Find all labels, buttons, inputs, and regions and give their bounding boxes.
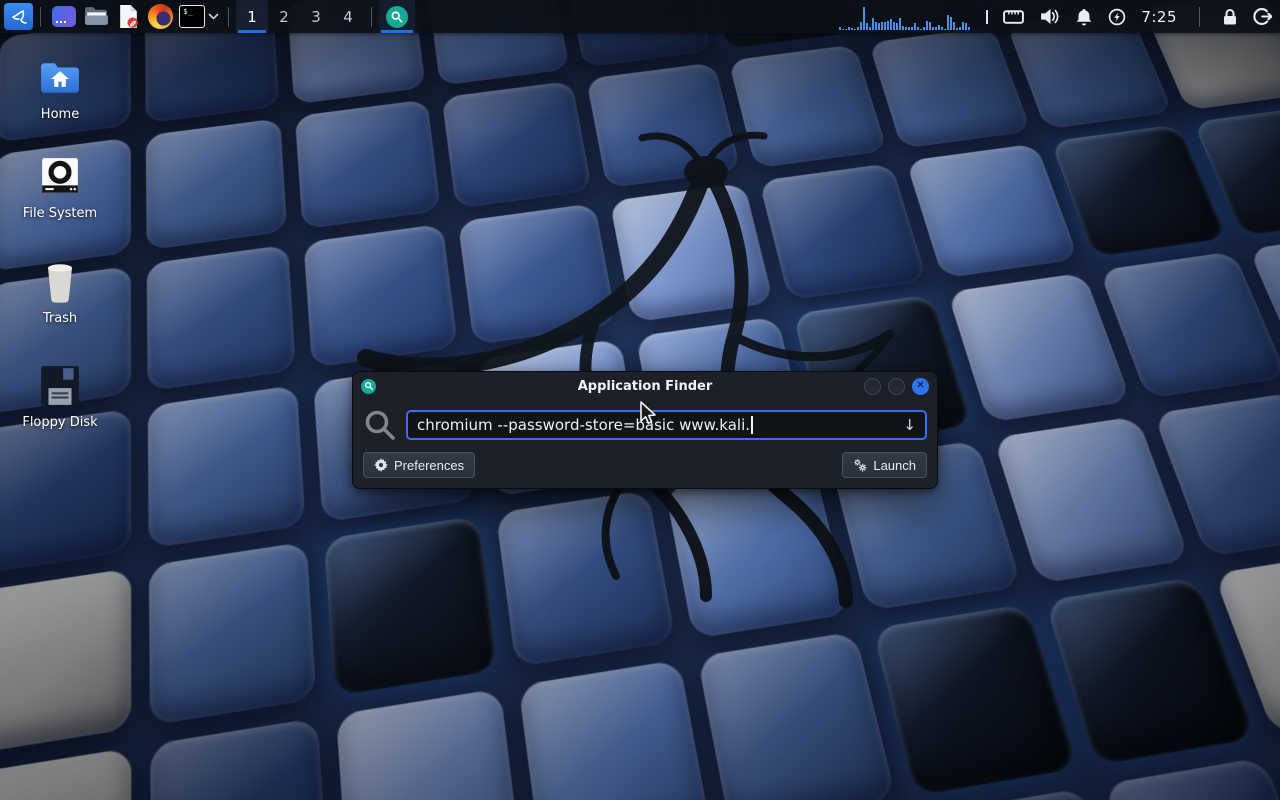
mouse-cursor	[638, 400, 658, 428]
desktop-icon-file-system[interactable]: File System	[8, 153, 112, 221]
search-icon	[363, 408, 397, 442]
launch-gears-icon	[853, 458, 867, 472]
taskbar-item-application-finder[interactable]	[379, 0, 415, 33]
launcher-text-editor[interactable]	[112, 0, 144, 33]
notifications-bell-icon[interactable]	[1075, 8, 1093, 26]
workspace-1[interactable]: 1	[236, 0, 268, 33]
launcher-firefox[interactable]	[144, 0, 176, 33]
desktop-icon-label: File System	[8, 206, 112, 221]
preferences-button[interactable]: Preferences	[363, 452, 475, 478]
close-button[interactable]: ✕	[912, 378, 929, 395]
desktop-icon-label: Trash	[8, 311, 112, 326]
folder-icon	[84, 6, 109, 27]
terminal-icon: $_	[179, 5, 205, 28]
firefox-icon	[148, 4, 173, 29]
launcher-terminal[interactable]: $_	[176, 0, 208, 33]
graph-marker	[986, 10, 988, 24]
chevron-down-icon	[208, 13, 219, 20]
workspace-3[interactable]: 3	[300, 0, 332, 33]
gear-icon	[374, 458, 388, 472]
magnifier-glyph	[390, 10, 404, 24]
cpu-graph[interactable]	[839, 4, 971, 30]
maximize-button[interactable]	[888, 378, 905, 395]
launch-label: Launch	[873, 458, 916, 473]
text-caret	[751, 416, 753, 434]
window-title: Application Finder	[353, 379, 937, 394]
dropdown-arrow-icon[interactable]: ↓	[903, 416, 916, 434]
logout-icon[interactable]	[1253, 7, 1272, 26]
desktop-icon-label: Home	[8, 107, 112, 122]
desktop-icon-floppy-disk[interactable]: Floppy Disk	[8, 362, 112, 430]
hard-drive-icon	[39, 156, 81, 198]
application-finder-window: Application Finder ✕ chromium --password…	[352, 371, 938, 489]
document-edit-icon	[118, 4, 139, 29]
kali-dragon-logo	[286, 96, 926, 616]
lock-icon[interactable]	[1222, 8, 1238, 26]
desktop-icon-trash[interactable]: Trash	[8, 258, 112, 326]
panel-separator	[228, 7, 229, 27]
network-icon[interactable]	[1003, 8, 1024, 25]
launcher-xfdashboard[interactable]	[48, 0, 80, 33]
workspace-switcher: 1 2 3 4	[236, 0, 364, 33]
panel-separator	[40, 7, 41, 27]
power-manager-icon[interactable]	[1108, 8, 1126, 26]
floppy-disk-icon	[39, 364, 81, 408]
panel-separator	[371, 7, 372, 27]
home-folder-icon	[39, 61, 81, 95]
trash-bin-icon	[40, 259, 80, 305]
minimize-button[interactable]	[864, 378, 881, 395]
launcher-file-manager[interactable]	[80, 0, 112, 33]
command-input-value: chromium --password-store=basic www.kali…	[417, 416, 750, 434]
preferences-label: Preferences	[394, 458, 464, 473]
workspace-4[interactable]: 4	[332, 0, 364, 33]
panel-clock[interactable]: 7:25	[1141, 8, 1177, 26]
panel-status-area: 7:25	[839, 4, 1272, 30]
top-panel: $_ 1 2 3 4 7:25	[0, 0, 1280, 33]
kali-menu-button[interactable]	[4, 3, 33, 30]
launcher-dropdown-chevron[interactable]	[208, 13, 219, 20]
command-input[interactable]: chromium --password-store=basic www.kali…	[406, 410, 927, 440]
titlebar[interactable]: Application Finder ✕	[353, 372, 937, 400]
desktop-icon-home[interactable]: Home	[8, 54, 112, 122]
workspace-2[interactable]: 2	[268, 0, 300, 33]
volume-icon[interactable]	[1039, 8, 1060, 25]
desktop-icon-label: Floppy Disk	[8, 415, 112, 430]
kali-dragon-icon	[9, 7, 29, 27]
panel-separator	[1199, 7, 1200, 27]
application-finder-icon	[386, 6, 408, 28]
dashboard-icon	[52, 6, 76, 27]
launch-button[interactable]: Launch	[842, 452, 927, 478]
